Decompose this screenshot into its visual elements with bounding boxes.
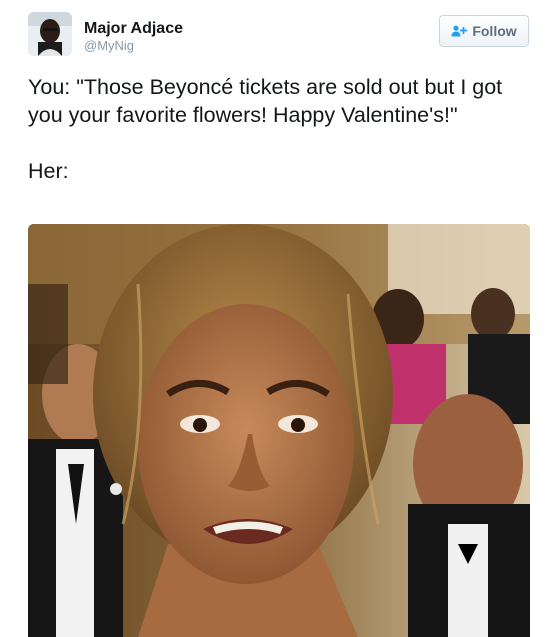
tweet-text-line: Her:: [28, 159, 69, 183]
tweet-photo[interactable]: [28, 224, 530, 637]
tweet-text-line: You: "Those Beyoncé tickets are sold out…: [28, 75, 503, 127]
tweet-text: You: "Those Beyoncé tickets are sold out…: [28, 73, 533, 185]
follow-label: Follow: [472, 23, 517, 39]
tweet-card: Major Adjace @MyNig Follow You: "Those B…: [0, 0, 551, 637]
avatar[interactable]: [28, 12, 72, 56]
follow-button[interactable]: Follow: [439, 15, 529, 47]
author-name[interactable]: Major Adjace: [84, 19, 183, 39]
photo-image: [28, 224, 530, 637]
add-user-icon: [451, 25, 468, 37]
author-handle[interactable]: @MyNig: [84, 38, 134, 54]
avatar-image: [28, 12, 72, 56]
